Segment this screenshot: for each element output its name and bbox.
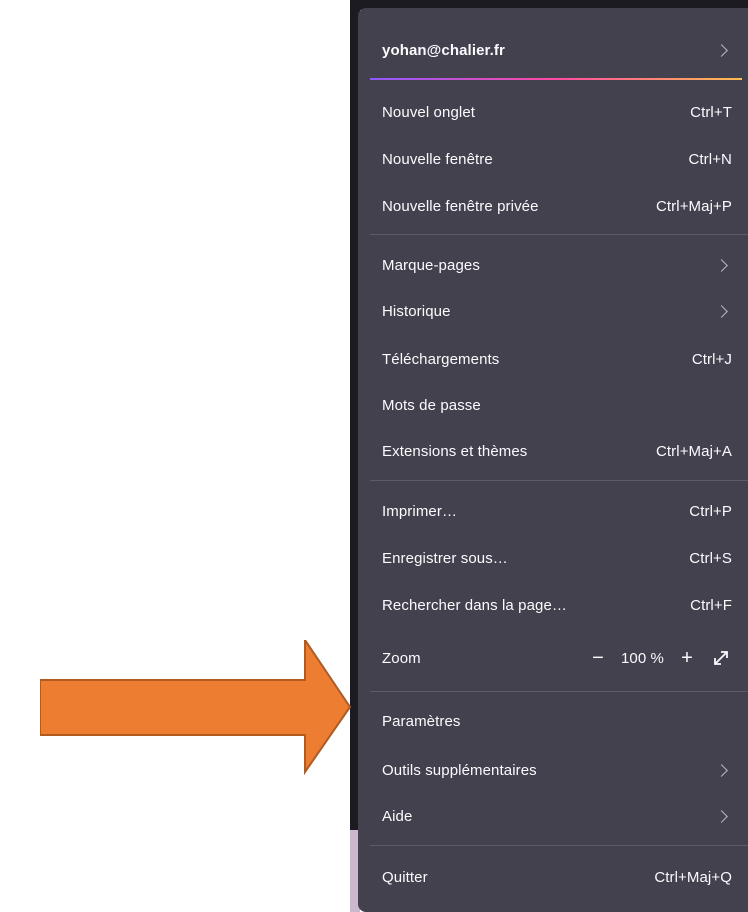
chevron-right-icon [715, 258, 728, 272]
shortcut-text: Ctrl+N [688, 150, 732, 168]
chevron-right-icon [715, 304, 728, 318]
menu-item-label: Zoom [382, 649, 421, 667]
menu-item-history[interactable]: Historique [370, 291, 748, 331]
menu-item-bookmarks[interactable]: Marque-pages [370, 245, 748, 285]
menu-item-label: Enregistrer sous… [382, 549, 508, 567]
menu-item-label: Rechercher dans la page… [382, 596, 568, 614]
menu-item-passwords[interactable]: Mots de passe [370, 385, 748, 425]
menu-item-label: Extensions et thèmes [382, 442, 528, 460]
shortcut-text: Ctrl+Maj+Q [654, 868, 732, 886]
menu-item-label: Imprimer… [382, 502, 458, 520]
menu-separator [370, 691, 748, 692]
menu-item-label: Quitter [382, 868, 428, 886]
menu-separator [370, 845, 748, 846]
shortcut-text: Ctrl+J [691, 350, 732, 368]
menu-item-label: Mots de passe [382, 396, 481, 414]
menu-item-label: Nouvelle fenêtre [382, 150, 493, 168]
account-gradient-divider [370, 78, 742, 80]
chevron-right-icon [715, 809, 728, 823]
menu-item-label: Outils supplémentaires [382, 761, 537, 779]
menu-item-new-tab[interactable]: Nouvel onglet Ctrl+T [370, 92, 748, 132]
menu-item-print[interactable]: Imprimer… Ctrl+P [370, 491, 748, 531]
annotation-arrow [40, 640, 352, 775]
shortcut-text: Ctrl+F [690, 596, 732, 614]
zoom-out-button[interactable]: − [587, 647, 609, 669]
menu-separator [370, 480, 748, 481]
shortcut-text: Ctrl+Maj+P [655, 197, 732, 215]
menu-item-addons[interactable]: Extensions et thèmes Ctrl+Maj+A [370, 431, 748, 471]
account-row[interactable]: yohan@chalier.fr [370, 30, 748, 70]
shortcut-text: Ctrl+T [690, 103, 732, 121]
menu-item-quit[interactable]: Quitter Ctrl+Maj+Q [370, 857, 748, 897]
menu-item-label: Nouvel onglet [382, 103, 476, 121]
menu-item-label: Historique [382, 302, 451, 320]
menu-item-more-tools[interactable]: Outils supplémentaires [370, 750, 748, 790]
menu-item-save-as[interactable]: Enregistrer sous… Ctrl+S [370, 538, 748, 578]
chevron-right-icon [715, 763, 728, 777]
menu-item-help[interactable]: Aide [370, 796, 748, 836]
fullscreen-button[interactable] [710, 647, 732, 669]
menu-item-label: Marque-pages [382, 256, 480, 274]
shortcut-text: Ctrl+Maj+A [655, 442, 732, 460]
menu-item-zoom: Zoom − 100 % + [370, 638, 748, 678]
account-email: yohan@chalier.fr [382, 41, 505, 59]
menu-item-label: Téléchargements [382, 350, 500, 368]
menu-item-label: Aide [382, 807, 413, 825]
zoom-controls: − 100 % + [587, 647, 732, 669]
menu-item-find[interactable]: Rechercher dans la page… Ctrl+F [370, 585, 748, 625]
menu-separator [370, 234, 748, 235]
zoom-reset-button[interactable]: 100 % [621, 650, 664, 667]
menu-item-label: Nouvelle fenêtre privée [382, 197, 539, 215]
menu-item-new-window[interactable]: Nouvelle fenêtre Ctrl+N [370, 139, 748, 179]
shortcut-text: Ctrl+P [689, 502, 732, 520]
app-menu-panel: yohan@chalier.fr Nouvel onglet Ctrl+T No… [358, 8, 748, 912]
menu-item-new-private-window[interactable]: Nouvelle fenêtre privée Ctrl+Maj+P [370, 186, 748, 226]
zoom-in-button[interactable]: + [676, 647, 698, 669]
shortcut-text: Ctrl+S [689, 549, 732, 567]
menu-item-label: Paramètres [382, 712, 461, 730]
menu-item-downloads[interactable]: Téléchargements Ctrl+J [370, 339, 748, 379]
menu-item-settings[interactable]: Paramètres [370, 701, 748, 741]
chevron-right-icon [715, 43, 728, 57]
expand-arrows-icon [714, 651, 728, 665]
